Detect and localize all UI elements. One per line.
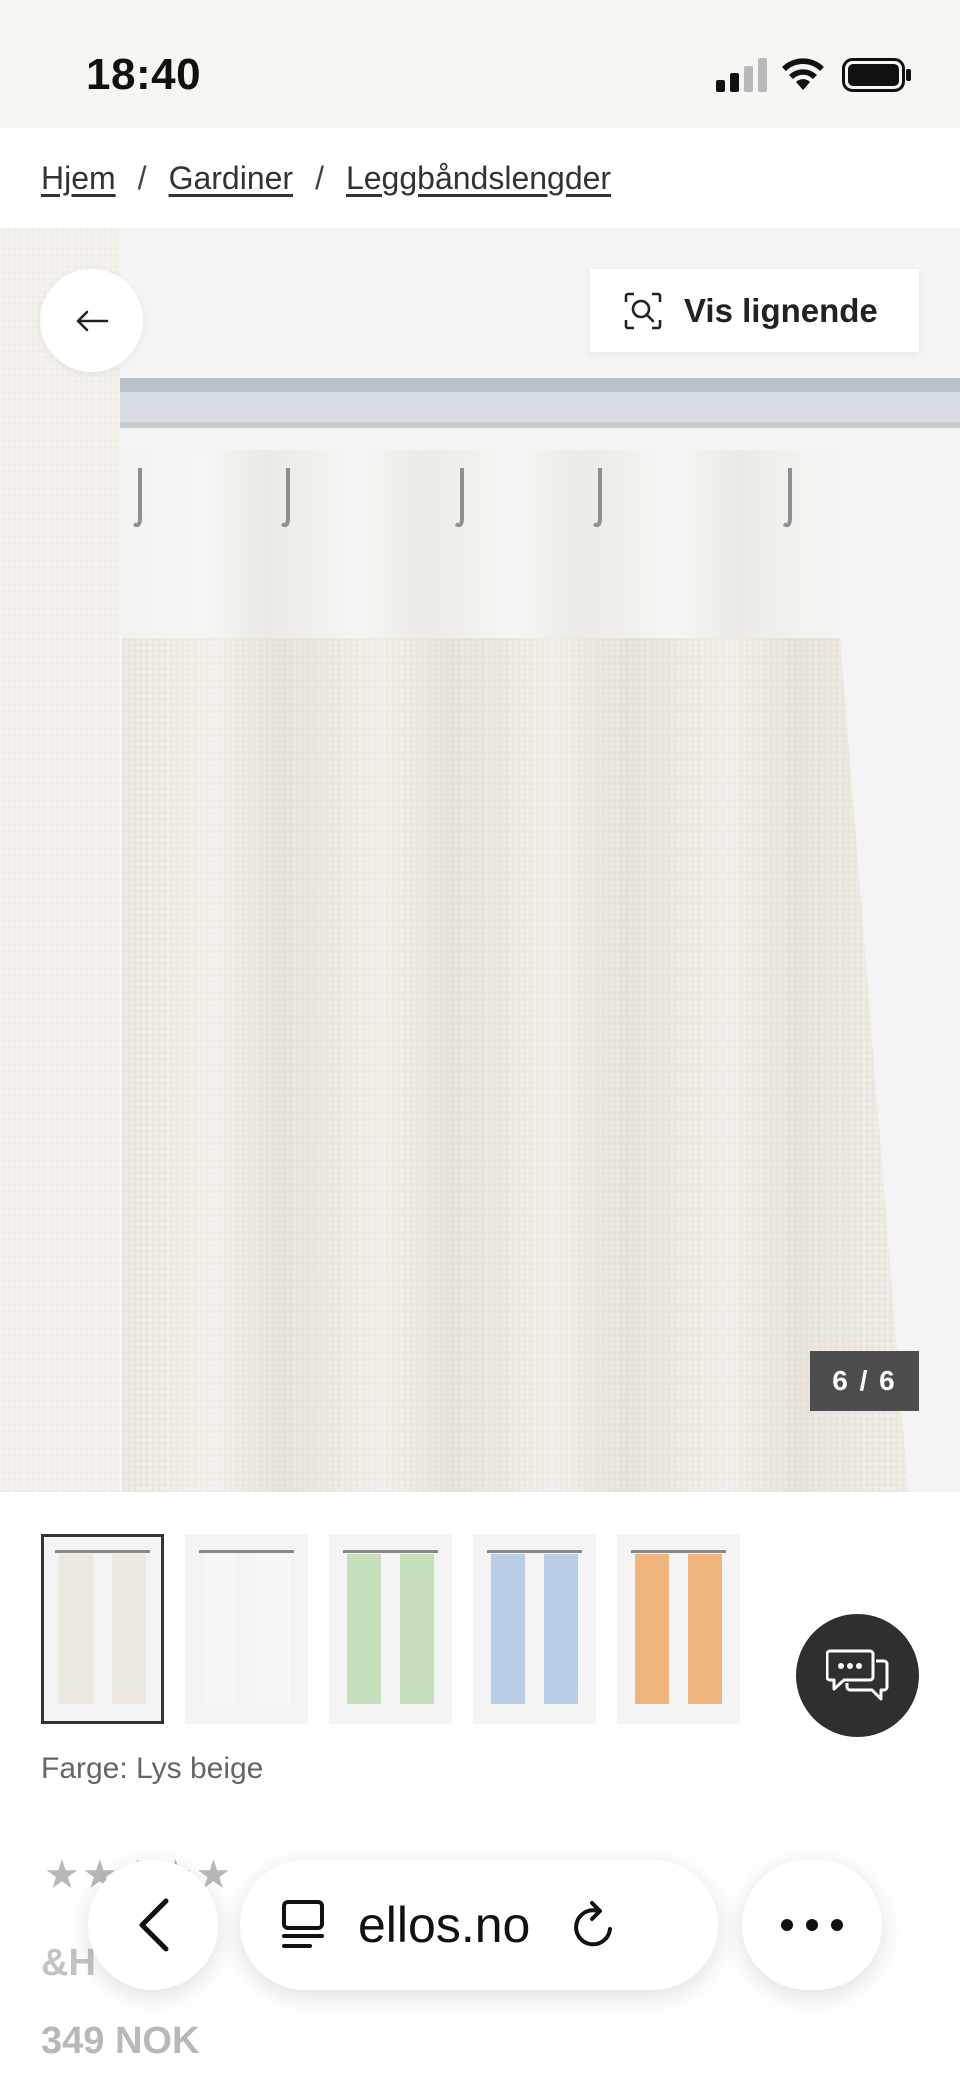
signal-icon [716,58,767,92]
thumbnail-panel [544,1554,578,1704]
thumbnail-rod [55,1550,150,1553]
reload-icon[interactable] [570,1899,618,1951]
thumbnail-panel [112,1554,146,1704]
thumbnail-color-5[interactable] [617,1534,740,1724]
arrow-left-icon [76,310,108,331]
breadcrumb-separator: / [315,159,324,196]
thumbnail-panel [203,1554,237,1704]
thumbnail-rod [487,1550,582,1553]
browser-back-button[interactable] [88,1860,218,1990]
reader-icon [282,1900,324,1948]
browser-more-button[interactable] [742,1860,882,1990]
chevron-left-icon [139,1898,169,1952]
thumbnail-color-2[interactable] [185,1534,308,1724]
thumbnail-color-3[interactable] [329,1534,452,1724]
thumbnail-strip [41,1534,740,1724]
address-domain: ellos.no [358,1897,531,1953]
breadcrumb-link-leggbandslengder[interactable]: Leggbåndslengder [346,160,611,197]
visual-search-icon [624,292,662,329]
thumbnail-rod [199,1550,294,1553]
wifi-icon [782,58,824,90]
status-time: 18:40 [86,50,202,99]
image-counter: 6 / 6 [810,1351,919,1411]
chat-button[interactable] [796,1614,919,1737]
thumbnail-panel [635,1554,669,1704]
more-icon [781,1919,843,1931]
thumbnail-panel [688,1554,722,1704]
thumbnail-color-1[interactable] [41,1534,164,1724]
color-label: Farge: Lys beige [41,1752,264,1785]
product-image[interactable] [0,228,960,1492]
product-title-fragment: &H [41,1942,96,1984]
breadcrumb-link-gardiner[interactable]: Gardiner [169,160,294,197]
back-button[interactable] [40,269,143,372]
chat-icon [825,1649,888,1700]
thumbnail-rod [343,1550,438,1553]
thumbnail-panel [59,1554,93,1704]
breadcrumb-separator: / [137,159,147,196]
address-bar[interactable]: ellos.no [240,1860,718,1990]
thumbnail-rod [631,1550,726,1553]
battery-icon [842,58,911,92]
thumbnail-panel [491,1554,525,1704]
show-similar-button[interactable]: Vis lignende [590,269,919,352]
thumbnail-panel [256,1554,290,1704]
breadcrumb-link-hjem[interactable]: Hjem [41,160,116,197]
thumbnail-panel [400,1554,434,1704]
breadcrumb: Hjem / Gardiner / Leggbåndslengder [0,128,960,228]
thumbnail-color-4[interactable] [473,1534,596,1724]
status-bar: 18:40 [0,0,960,128]
product-price: 349 NOK [41,2020,200,2062]
curtain-photo [0,228,960,1492]
thumbnail-panel [347,1554,381,1704]
show-similar-label: Vis lignende [684,291,878,329]
